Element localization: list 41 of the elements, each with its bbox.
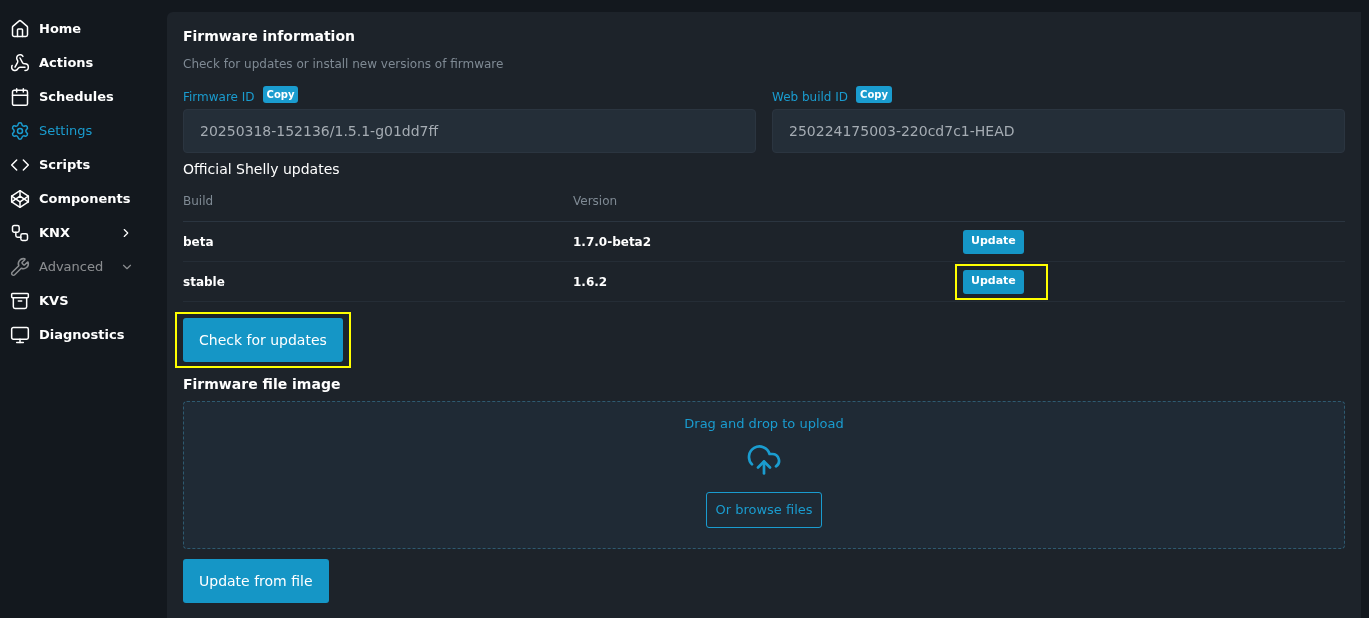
calendar-icon <box>10 87 30 107</box>
sidebar-item[interactable]: Diagnostics <box>0 318 167 352</box>
sidebar-item[interactable]: Schedules <box>0 80 167 114</box>
home-icon <box>10 19 30 39</box>
browse-button[interactable]: Or browse files <box>706 491 822 528</box>
sidebar-item[interactable]: Scripts <box>0 148 167 182</box>
column-header: Version <box>573 192 619 210</box>
copy-button[interactable]: Copy <box>856 85 892 103</box>
file-section-title: Firmware file image <box>183 375 342 394</box>
sidebar-item[interactable]: Home <box>0 12 167 46</box>
updates-title: Official Shelly updates <box>183 160 341 179</box>
network-icon <box>10 223 30 243</box>
copy-button[interactable]: Copy <box>262 85 299 103</box>
archive-icon <box>10 291 30 311</box>
check-updates-button[interactable]: Check for updates <box>183 318 343 362</box>
sidebar-item[interactable]: Settings <box>0 114 167 148</box>
wrench-icon <box>10 257 30 277</box>
cube-icon <box>10 189 30 209</box>
table-cell-text: beta <box>183 233 215 251</box>
table-cell-text: 1.6.2 <box>573 273 609 291</box>
update-button[interactable]: Update <box>963 269 1024 294</box>
webhook-icon <box>10 53 30 73</box>
sidebar-item[interactable]: KVS <box>0 284 167 318</box>
update-from-file-button[interactable]: Update from file <box>183 559 329 603</box>
sidebar-item[interactable]: Actions <box>0 46 167 80</box>
field-label: Firmware ID <box>183 89 255 106</box>
section-title: Firmware information <box>183 27 356 46</box>
update-button[interactable]: Update <box>963 229 1024 254</box>
column-header: Build <box>183 192 215 210</box>
drop-text: Drag and drop to upload <box>684 415 844 433</box>
table-cell-text: 1.7.0-beta2 <box>573 233 653 251</box>
drop-zone[interactable]: Drag and drop to upload Or browse files <box>183 401 1345 549</box>
settings-icon <box>10 121 30 141</box>
field-label: Web build ID <box>772 89 849 106</box>
table-cell-text: stable <box>183 273 226 291</box>
monitor-icon <box>10 325 30 345</box>
section-subtitle: Check for updates or install new versions of firmware <box>183 56 505 73</box>
input-field[interactable]: 250224175003-220cd7c1-HEAD <box>772 109 1345 153</box>
sidebar-item[interactable]: KNX <box>0 216 167 250</box>
input-field[interactable]: 20250318-152136/1.5.1-g01dd7ff <box>183 109 756 153</box>
sidebar-item[interactable]: Components <box>0 182 167 216</box>
